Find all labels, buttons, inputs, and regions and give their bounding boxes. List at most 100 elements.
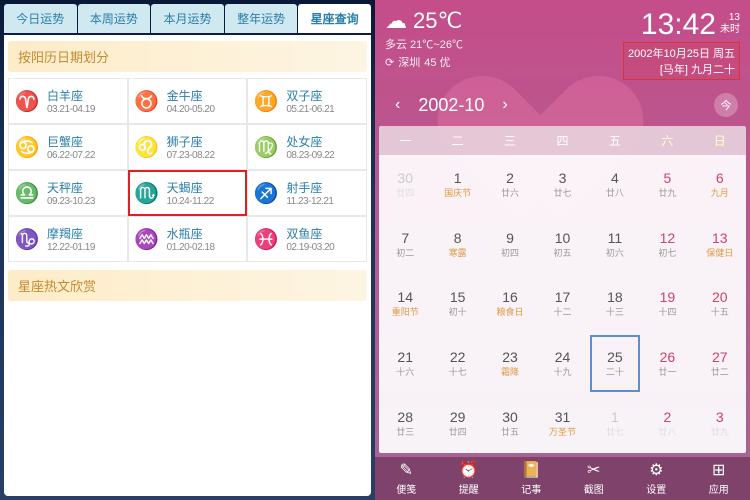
dow-label: 日 xyxy=(694,126,746,155)
day-cell[interactable]: 10初五 xyxy=(536,215,588,275)
zodiac-白羊座[interactable]: ♈白羊座03.21-04.19 xyxy=(8,78,128,124)
zodiac-range: 09.23-10.23 xyxy=(47,196,95,207)
zodiac-双子座[interactable]: ♊双子座05.21-06.21 xyxy=(247,78,367,124)
day-cell[interactable]: 13保健日 xyxy=(694,215,746,275)
day-number: 30 xyxy=(502,409,518,425)
header: ☁ 25℃ 多云 21℃~26℃ ⟳ 深圳 45 优 13:42 13 未时 2… xyxy=(375,0,750,88)
prev-month-button[interactable]: ‹ xyxy=(387,92,408,118)
day-cell[interactable]: 4廿八 xyxy=(589,155,641,215)
记事-icon: 📔 xyxy=(521,461,541,479)
day-number: 14 xyxy=(397,289,413,305)
day-cell[interactable]: 3廿七 xyxy=(536,155,588,215)
day-number: 1 xyxy=(611,409,619,425)
day-cell[interactable]: 20十五 xyxy=(694,274,746,334)
day-sublabel: 万圣节 xyxy=(549,425,576,438)
toolbar-设置[interactable]: ⚙设置 xyxy=(625,461,688,496)
day-cell[interactable]: 3廿九 xyxy=(694,393,746,453)
设置-icon: ⚙ xyxy=(649,461,663,479)
zodiac-name: 天蝎座 xyxy=(167,179,214,196)
month-label[interactable]: 2002-10 xyxy=(418,95,484,116)
tab-3[interactable]: 整年运势 xyxy=(225,4,298,33)
weather-block[interactable]: ☁ 25℃ 多云 21℃~26℃ ⟳ 深圳 45 优 xyxy=(385,8,463,80)
day-sublabel: 十五 xyxy=(711,305,729,318)
应用-icon: ⊞ xyxy=(712,461,725,479)
zodiac-icon: ♓ xyxy=(252,225,280,253)
day-cell[interactable]: 23霜降 xyxy=(484,334,536,394)
day-cell[interactable]: 27廿二 xyxy=(694,334,746,394)
zodiac-摩羯座[interactable]: ♑摩羯座12.22-01.19 xyxy=(8,216,128,262)
day-number: 20 xyxy=(712,289,728,305)
day-cell[interactable]: 15初十 xyxy=(431,274,483,334)
day-cell[interactable]: 6九月 xyxy=(694,155,746,215)
day-cell[interactable]: 21十六 xyxy=(379,334,431,394)
day-cell[interactable]: 2廿六 xyxy=(484,155,536,215)
zodiac-双鱼座[interactable]: ♓双鱼座02.19-03.20 xyxy=(247,216,367,262)
day-sublabel: 霜降 xyxy=(501,365,519,378)
day-cell[interactable]: 19十四 xyxy=(641,274,693,334)
day-number: 2 xyxy=(506,170,514,186)
next-month-button[interactable]: › xyxy=(494,92,515,118)
zodiac-狮子座[interactable]: ♌狮子座07.23-08.22 xyxy=(128,124,248,170)
day-number: 17 xyxy=(555,289,571,305)
dow-label: 六 xyxy=(641,126,693,155)
zodiac-range: 04.20-05.20 xyxy=(167,104,215,115)
tab-1[interactable]: 本周运势 xyxy=(78,4,151,33)
zodiac-天秤座[interactable]: ♎天秤座09.23-10.23 xyxy=(8,170,128,216)
day-number: 19 xyxy=(660,289,676,305)
toolbar-应用[interactable]: ⊞应用 xyxy=(688,461,750,496)
today-button[interactable]: 今 xyxy=(714,93,738,117)
toolbar-截图[interactable]: ✂截图 xyxy=(563,461,626,496)
day-cell[interactable]: 22十七 xyxy=(431,334,483,394)
tab-2[interactable]: 本月运势 xyxy=(151,4,224,33)
zodiac-name: 摩羯座 xyxy=(47,225,95,242)
toolbar-记事[interactable]: 📔记事 xyxy=(500,461,563,496)
zodiac-天蝎座[interactable]: ♏天蝎座10.24-11.22 xyxy=(128,170,248,216)
day-cell[interactable]: 30廿五 xyxy=(484,393,536,453)
便笺-icon: ✎ xyxy=(400,461,413,479)
tab-0[interactable]: 今日运势 xyxy=(4,4,77,33)
zodiac-range: 02.19-03.20 xyxy=(286,242,334,253)
day-number: 31 xyxy=(555,409,571,425)
zodiac-水瓶座[interactable]: ♒水瓶座01.20-02.18 xyxy=(128,216,248,262)
day-cell[interactable]: 26廿一 xyxy=(641,334,693,394)
day-cell[interactable]: 29廿四 xyxy=(431,393,483,453)
day-cell[interactable]: 24十九 xyxy=(536,334,588,394)
day-sublabel: 十四 xyxy=(658,305,676,318)
refresh-icon[interactable]: ⟳ xyxy=(385,56,394,69)
day-cell[interactable]: 8寒露 xyxy=(431,215,483,275)
zodiac-range: 07.23-08.22 xyxy=(167,150,215,161)
day-cell[interactable]: 12初七 xyxy=(641,215,693,275)
day-cell[interactable]: 18十三 xyxy=(589,274,641,334)
day-cell[interactable]: 25二十 xyxy=(589,334,641,394)
day-cell[interactable]: 11初六 xyxy=(589,215,641,275)
day-cell[interactable]: 7初二 xyxy=(379,215,431,275)
toolbar-提醒[interactable]: ⏰提醒 xyxy=(438,461,501,496)
day-sublabel: 粮食日 xyxy=(497,305,524,318)
day-cell[interactable]: 14重阳节 xyxy=(379,274,431,334)
day-sublabel: 寒露 xyxy=(449,246,467,259)
day-cell[interactable]: 5廿九 xyxy=(641,155,693,215)
day-cell[interactable]: 17十二 xyxy=(536,274,588,334)
day-cell[interactable]: 9初四 xyxy=(484,215,536,275)
截图-icon: ✂ xyxy=(587,461,600,479)
day-number: 11 xyxy=(608,230,623,246)
day-cell[interactable]: 1国庆节 xyxy=(431,155,483,215)
day-cell[interactable]: 2廿八 xyxy=(641,393,693,453)
day-cell[interactable]: 31万圣节 xyxy=(536,393,588,453)
day-cell[interactable]: 16粮食日 xyxy=(484,274,536,334)
day-sublabel: 初五 xyxy=(553,246,571,259)
day-sublabel: 重阳节 xyxy=(392,305,419,318)
zodiac-处女座[interactable]: ♍处女座08.23-09.22 xyxy=(247,124,367,170)
day-cell[interactable]: 28廿三 xyxy=(379,393,431,453)
zodiac-金牛座[interactable]: ♉金牛座04.20-05.20 xyxy=(128,78,248,124)
day-cell[interactable]: 1廿七 xyxy=(589,393,641,453)
day-cell[interactable]: 30廿四 xyxy=(379,155,431,215)
zodiac-射手座[interactable]: ♐射手座11.23-12.21 xyxy=(247,170,367,216)
toolbar-便笺[interactable]: ✎便笺 xyxy=(375,461,438,496)
section-articles-header: 星座热文欣赏 xyxy=(8,270,367,301)
day-number: 25 xyxy=(607,349,623,365)
zodiac-name: 处女座 xyxy=(286,133,334,150)
zodiac-巨蟹座[interactable]: ♋巨蟹座06.22-07.22 xyxy=(8,124,128,170)
tab-4[interactable]: 星座查询 xyxy=(298,4,371,33)
bottom-toolbar: ✎便笺⏰提醒📔记事✂截图⚙设置⊞应用 xyxy=(375,457,750,500)
